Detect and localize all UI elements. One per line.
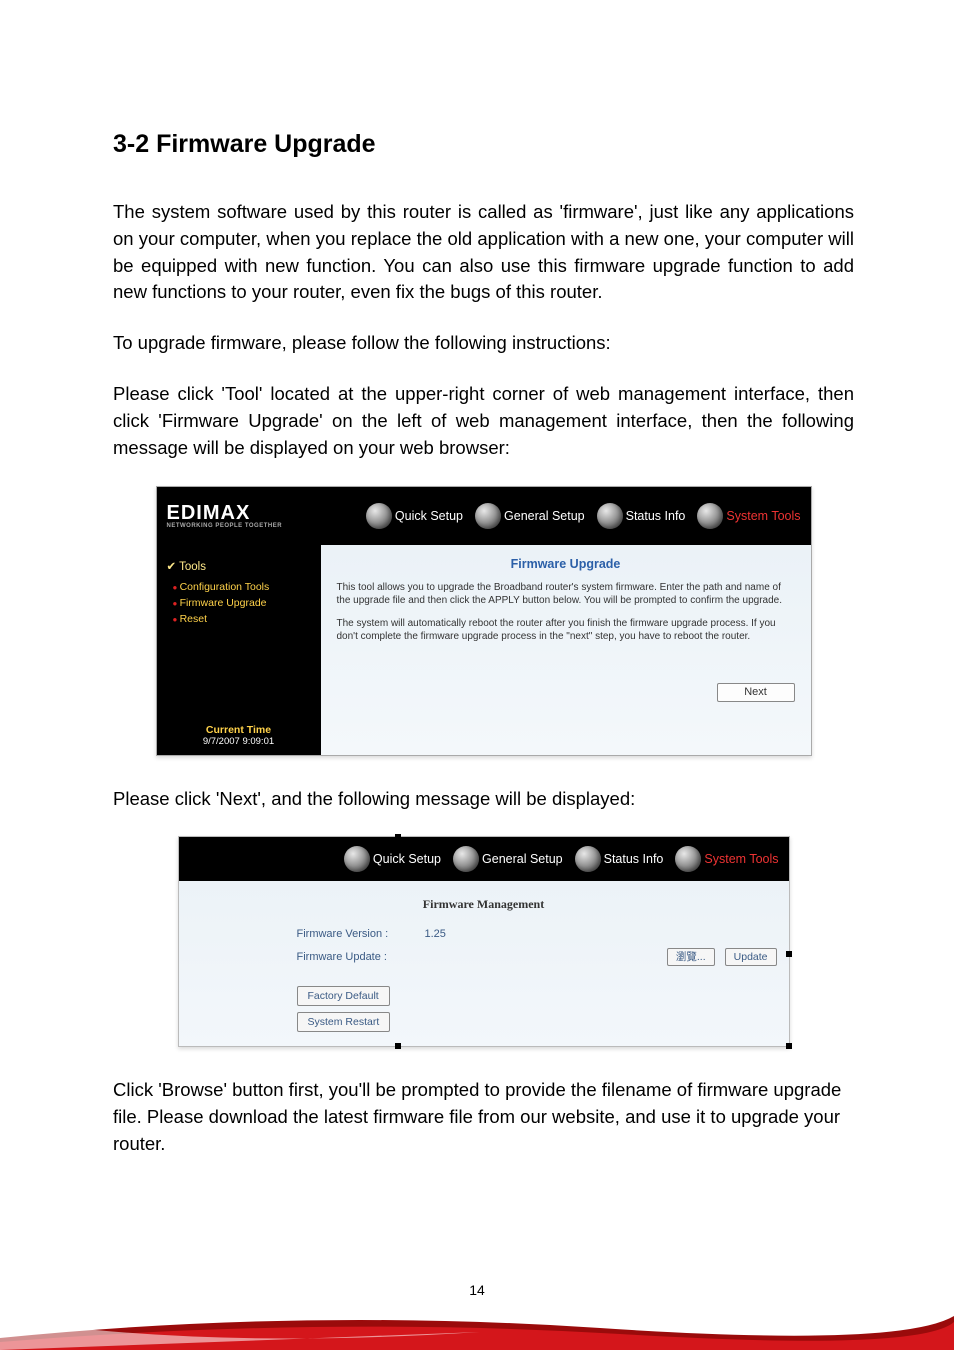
nav-status-info[interactable]: Status Info (597, 503, 686, 529)
paragraph-3: Please click 'Tool' located at the upper… (113, 381, 854, 461)
orb-icon (475, 503, 501, 529)
browse-button[interactable]: 瀏覽... (667, 948, 715, 966)
sidebar-item-firmware-upgrade[interactable]: Firmware Upgrade (173, 595, 311, 611)
crop-mark-icon (395, 834, 401, 840)
factory-default-button[interactable]: Factory Default (297, 986, 390, 1006)
nav-label: Status Info (626, 509, 686, 523)
firmware-version-value: 1.25 (425, 928, 446, 940)
current-time-block: Current Time 9/7/2007 9:09:01 (167, 684, 311, 747)
pane-paragraph-1: This tool allows you to upgrade the Broa… (337, 581, 795, 607)
current-time-value: 9/7/2007 9:09:01 (167, 736, 311, 747)
crop-mark-icon (786, 951, 792, 957)
sidebar: ✔ Tools Configuration Tools Firmware Upg… (157, 545, 321, 755)
nav-status-info[interactable]: Status Info (575, 846, 664, 872)
page-number: 14 (0, 1282, 954, 1298)
nav-system-tools[interactable]: System Tools (675, 846, 778, 872)
update-button[interactable]: Update (725, 948, 777, 966)
orb-icon (597, 503, 623, 529)
nav-label: General Setup (504, 509, 585, 523)
content-pane: Firmware Upgrade This tool allows you to… (321, 545, 811, 755)
nav-label: General Setup (482, 852, 563, 866)
footer-decoration (0, 1298, 954, 1350)
orb-icon (344, 846, 370, 872)
firmware-version-label: Firmware Version : (297, 928, 415, 940)
nav-label: System Tools (704, 852, 778, 866)
crop-mark-icon (786, 1043, 792, 1049)
paragraph-4: Please click 'Next', and the following m… (113, 786, 854, 813)
nav-general-setup[interactable]: General Setup (475, 503, 585, 529)
router-header: Quick Setup General Setup Status Info Sy… (179, 837, 789, 881)
pane-title: Firmware Management (191, 897, 777, 912)
current-time-label: Current Time (167, 724, 311, 736)
orb-icon (675, 846, 701, 872)
nav-general-setup[interactable]: General Setup (453, 846, 563, 872)
nav-label: System Tools (726, 509, 800, 523)
row-firmware-update: Firmware Update : 瀏覽... Update (191, 944, 777, 970)
top-nav: Quick Setup General Setup Status Info Sy… (344, 846, 779, 872)
nav-system-tools[interactable]: System Tools (697, 503, 800, 529)
section-heading: 3-2 Firmware Upgrade (113, 130, 854, 159)
nav-quick-setup[interactable]: Quick Setup (344, 846, 441, 872)
row-firmware-version: Firmware Version : 1.25 (191, 924, 777, 944)
orb-icon (366, 503, 392, 529)
router-screenshot-firmware-upgrade: EDIMAX NETWORKING PEOPLE TOGETHER Quick … (156, 486, 812, 756)
sidebar-list: Configuration Tools Firmware Upgrade Res… (167, 579, 311, 627)
sidebar-item-reset[interactable]: Reset (173, 611, 311, 627)
nav-label: Quick Setup (395, 509, 463, 523)
nav-quick-setup[interactable]: Quick Setup (366, 503, 463, 529)
router-header: EDIMAX NETWORKING PEOPLE TOGETHER Quick … (157, 487, 811, 545)
crop-mark-icon (395, 1043, 401, 1049)
sidebar-header-tools[interactable]: ✔ Tools (167, 559, 311, 573)
nav-label: Status Info (604, 852, 664, 866)
orb-icon (453, 846, 479, 872)
router-screenshot-firmware-management: Quick Setup General Setup Status Info Sy… (178, 836, 790, 1047)
orb-icon (697, 503, 723, 529)
pane-title: Firmware Upgrade (337, 557, 795, 571)
next-button[interactable]: Next (717, 683, 795, 702)
paragraph-5: Click 'Browse' button first, you'll be p… (113, 1077, 854, 1157)
firmware-update-label: Firmware Update : (297, 951, 415, 963)
sidebar-item-configuration-tools[interactable]: Configuration Tools (173, 579, 311, 595)
paragraph-2: To upgrade firmware, please follow the f… (113, 330, 854, 357)
paragraph-1: The system software used by this router … (113, 199, 854, 306)
logo-text: EDIMAX (167, 503, 283, 523)
edimax-logo: EDIMAX NETWORKING PEOPLE TOGETHER (167, 503, 283, 529)
pane-paragraph-2: The system will automatically reboot the… (337, 617, 795, 643)
top-nav: Quick Setup General Setup Status Info Sy… (366, 503, 801, 529)
nav-label: Quick Setup (373, 852, 441, 866)
system-restart-button[interactable]: System Restart (297, 1012, 391, 1032)
orb-icon (575, 846, 601, 872)
logo-subtitle: NETWORKING PEOPLE TOGETHER (167, 523, 283, 529)
